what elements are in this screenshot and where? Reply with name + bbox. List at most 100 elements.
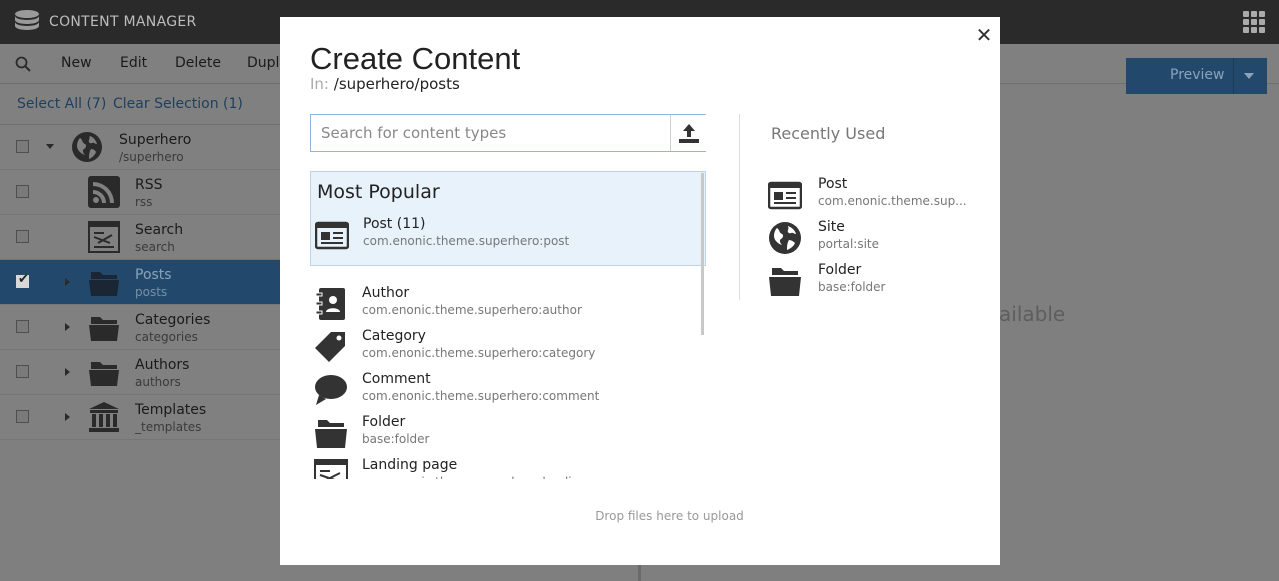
folder-icon bbox=[89, 362, 119, 386]
search-icon[interactable] bbox=[15, 56, 31, 72]
content-type-item-category[interactable]: Category com.enonic.theme.superhero:cate… bbox=[310, 323, 700, 366]
database-icon bbox=[15, 10, 39, 30]
content-type-item-comment[interactable]: Comment com.enonic.theme.superhero:comme… bbox=[310, 366, 700, 409]
duplicate-button[interactable]: Dupli bbox=[247, 55, 283, 71]
tree-item-name: Search bbox=[135, 222, 184, 238]
content-type-item-landing-page[interactable]: Landing page com.enonic.theme.superhero:… bbox=[310, 452, 700, 479]
recent-item-folder[interactable]: Folder base:folder bbox=[768, 261, 968, 301]
tree-item-name: Posts bbox=[135, 267, 172, 283]
page-icon bbox=[314, 459, 348, 479]
section-divider bbox=[739, 114, 740, 300]
content-type-item-folder[interactable]: Folder base:folder bbox=[310, 409, 700, 452]
recent-item-name: Folder bbox=[818, 262, 862, 278]
dialog-path: In: /superhero/posts bbox=[310, 75, 460, 93]
tree-row-selected[interactable]: ✔ Posts posts bbox=[0, 260, 280, 305]
most-popular-section: Most Popular Post (11) com.enonic.theme.… bbox=[310, 171, 706, 266]
chevron-down-icon[interactable] bbox=[1244, 73, 1254, 79]
create-content-dialog: ✕ Create Content In: /superhero/posts Mo… bbox=[280, 17, 1000, 565]
article-icon bbox=[768, 181, 802, 210]
content-type-name: Post (11) bbox=[363, 216, 426, 232]
content-type-name: Folder bbox=[362, 414, 406, 430]
recent-item-id: com.enonic.theme.sup... bbox=[818, 194, 967, 208]
tree-row[interactable]: Templates _templates bbox=[0, 395, 280, 440]
recent-item-site[interactable]: Site portal:site bbox=[768, 218, 968, 258]
search-input[interactable] bbox=[311, 115, 669, 151]
article-icon bbox=[315, 221, 349, 250]
row-checkbox[interactable] bbox=[16, 140, 29, 153]
tree-row[interactable]: Authors authors bbox=[0, 350, 280, 395]
collapse-toggle-icon[interactable] bbox=[46, 144, 54, 149]
expand-toggle-icon[interactable] bbox=[65, 368, 70, 376]
folder-icon bbox=[769, 268, 801, 296]
expand-toggle-icon[interactable] bbox=[65, 323, 70, 331]
comment-icon bbox=[315, 375, 347, 405]
content-type-id: com.enonic.theme.superhero:author bbox=[362, 303, 582, 317]
content-type-name: Landing page bbox=[362, 457, 458, 473]
tree-item-name: Templates bbox=[135, 402, 207, 418]
page-icon bbox=[88, 221, 120, 253]
list-scrollbar[interactable] bbox=[701, 173, 704, 335]
recent-item-name: Post bbox=[818, 176, 848, 192]
row-checkbox[interactable]: ✔ bbox=[16, 272, 29, 288]
globe-icon bbox=[769, 222, 801, 254]
expand-toggle-icon[interactable] bbox=[65, 278, 70, 286]
content-type-id: com.enonic.theme.superhero:post bbox=[363, 234, 570, 248]
tree-item-name: Categories bbox=[135, 312, 211, 328]
tree-item-path: rss bbox=[135, 195, 153, 209]
tree-row[interactable]: Superhero /superhero bbox=[0, 125, 280, 170]
author-icon bbox=[315, 288, 345, 320]
templates-icon bbox=[89, 402, 119, 432]
selection-bar: Select All (7) Clear Selection (1) bbox=[0, 85, 280, 125]
tag-icon bbox=[315, 332, 345, 362]
content-type-item-post[interactable]: Post (11) com.enonic.theme.superhero:pos… bbox=[311, 211, 701, 254]
upload-button[interactable] bbox=[670, 115, 706, 151]
content-type-id: com.enonic.theme.superhero:category bbox=[362, 346, 596, 360]
tree-item-name: RSS bbox=[135, 177, 163, 193]
tree-item-path: authors bbox=[135, 375, 181, 389]
tree-row[interactable]: Categories categories bbox=[0, 305, 280, 350]
preview-label: Preview bbox=[1170, 67, 1225, 83]
tree-item-path: /superhero bbox=[119, 150, 184, 164]
folder-icon bbox=[315, 420, 347, 448]
content-type-id: com.enonic.theme.superhero:landing-page bbox=[362, 475, 621, 479]
path-prefix: In: bbox=[310, 75, 329, 93]
row-checkbox[interactable] bbox=[16, 320, 29, 333]
content-type-id: base:folder bbox=[362, 432, 430, 446]
row-checkbox[interactable] bbox=[16, 230, 29, 243]
new-button[interactable]: New bbox=[61, 55, 92, 71]
drop-zone-hint[interactable]: Drop files here to upload bbox=[280, 509, 1059, 523]
delete-button[interactable]: Delete bbox=[175, 55, 221, 71]
close-icon[interactable]: ✕ bbox=[974, 25, 994, 45]
most-popular-title: Most Popular bbox=[317, 181, 440, 203]
content-type-name: Comment bbox=[362, 371, 431, 387]
row-checkbox[interactable] bbox=[16, 410, 29, 423]
row-checkbox[interactable] bbox=[16, 185, 29, 198]
app-launcher-icon[interactable] bbox=[1243, 11, 1265, 33]
content-type-id: com.enonic.theme.superhero:comment bbox=[362, 389, 600, 403]
row-checkbox[interactable] bbox=[16, 365, 29, 378]
clear-selection-link[interactable]: Clear Selection (1) bbox=[113, 96, 243, 112]
path-value: /superhero/posts bbox=[333, 75, 460, 93]
select-all-link[interactable]: Select All (7) bbox=[17, 96, 106, 112]
recent-item-id: portal:site bbox=[818, 237, 880, 251]
upload-icon bbox=[679, 124, 699, 143]
rss-icon bbox=[88, 176, 120, 208]
content-type-item-author[interactable]: Author com.enonic.theme.superhero:author bbox=[310, 280, 700, 323]
recent-item-post[interactable]: Post com.enonic.theme.sup... bbox=[768, 175, 968, 215]
expand-toggle-icon[interactable] bbox=[65, 413, 70, 421]
edit-button[interactable]: Edit bbox=[120, 55, 147, 71]
content-type-name: Author bbox=[362, 285, 410, 301]
app-title: CONTENT MANAGER bbox=[49, 14, 197, 30]
tree-item-name: Authors bbox=[135, 357, 190, 373]
tree-item-path: _templates bbox=[135, 420, 202, 434]
content-type-list: Most Popular Post (11) com.enonic.theme.… bbox=[310, 171, 706, 479]
drop-hint-text: Drop files here to upload bbox=[595, 509, 744, 523]
recently-used-title: Recently Used bbox=[771, 124, 886, 143]
folder-icon bbox=[89, 272, 119, 296]
tree-row[interactable]: RSS rss bbox=[0, 170, 280, 215]
content-type-search bbox=[310, 114, 706, 152]
preview-button[interactable]: Preview bbox=[1126, 58, 1267, 94]
globe-icon bbox=[72, 132, 102, 162]
tree-row[interactable]: Search search bbox=[0, 215, 280, 260]
background-status-text: ailable bbox=[999, 302, 1066, 326]
